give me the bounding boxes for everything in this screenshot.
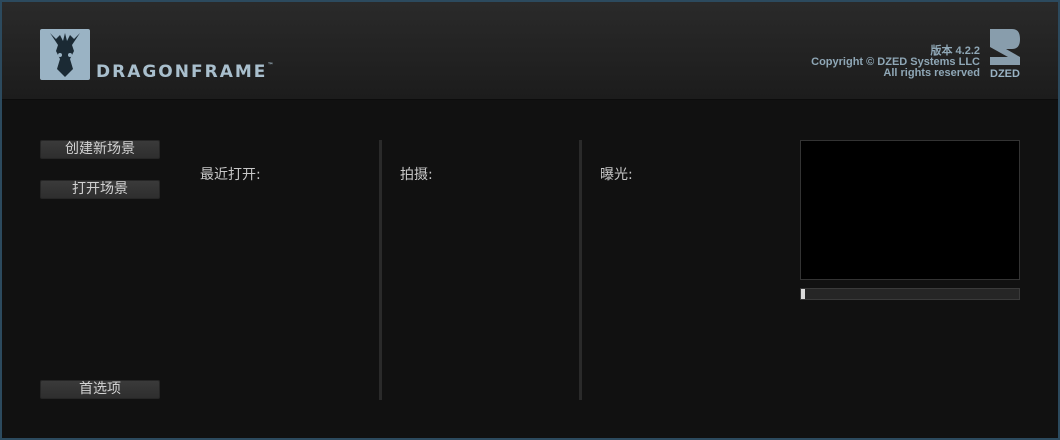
trademark-sign: ™ — [267, 62, 274, 69]
rights-text: All rights reserved — [883, 67, 980, 79]
progress-fill — [801, 289, 805, 299]
shoot-label: 拍摄: — [400, 167, 433, 183]
header: DRAGONFRAME™ 版本 4.2.2 Copyright © DZED S… — [2, 2, 1058, 100]
open-scene-button[interactable]: 打开场景 — [40, 180, 160, 199]
dzed-logo-text: DZED — [990, 68, 1020, 80]
start-window: DRAGONFRAME™ 版本 4.2.2 Copyright © DZED S… — [0, 0, 1060, 440]
preview-progress-bar — [800, 288, 1020, 300]
column-divider — [379, 140, 382, 400]
new-scene-button[interactable]: 创建新场景 — [40, 140, 160, 159]
recent-label: 最近打开: — [200, 167, 261, 183]
preferences-button[interactable]: 首选项 — [40, 380, 160, 399]
dragon-head-icon — [40, 29, 90, 80]
version-info: 版本 4.2.2 Copyright © DZED Systems LLC Al… — [811, 46, 980, 79]
exposure-preview — [800, 140, 1020, 280]
column-divider — [579, 140, 582, 400]
exposure-label: 曝光: — [600, 167, 633, 183]
app-brand: DRAGONFRAME™ — [96, 62, 274, 82]
